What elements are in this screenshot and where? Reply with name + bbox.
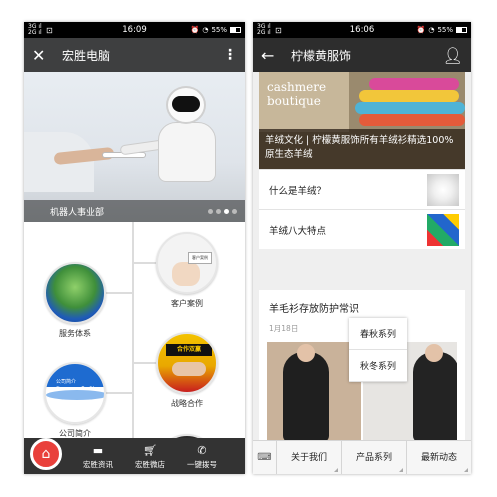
bottom-nav: ⌂ ▬ 宏胜资讯 🛒︎ 宏胜微店 ✆ 一键拨号 — [24, 438, 245, 474]
company-profile-node[interactable]: 公司简介 Company Profile — [44, 362, 106, 424]
submenu-item-spring-autumn[interactable]: 春秋系列 — [349, 318, 407, 350]
cashmere-thumbnail — [427, 174, 459, 206]
close-icon[interactable]: ✕ — [32, 46, 54, 65]
customer-cases-label: 客户案例 — [171, 299, 203, 308]
hand-graphic — [172, 262, 200, 286]
nav-item-label: 一键拨号 — [187, 460, 217, 469]
carousel-dot[interactable] — [216, 209, 221, 214]
photo-figure — [413, 352, 457, 440]
banner-robot-visor — [172, 96, 200, 112]
bottom-menu-bar: ⌨ 关于我们 产品系列 最新动态 — [253, 440, 471, 474]
more-menu-icon[interactable]: ⋮ — [223, 47, 237, 63]
title-bar: ✕ 宏胜电脑 ⋮ — [24, 38, 245, 72]
hero-brand-line: cashmere — [267, 80, 327, 94]
menu-product-series[interactable]: 产品系列 — [342, 440, 407, 474]
tree-branch — [132, 362, 158, 364]
strategic-cooperation-label: 战略合作 — [171, 399, 203, 408]
screenshot-canvas: 3G ıl 2G ıl ⊡ 16:09 ⏰ ◔ 55% ✕ 宏胜电脑 ⋮ 机器人… — [0, 0, 497, 497]
photo-face — [297, 344, 315, 362]
phone-icon: ✆ — [197, 444, 207, 457]
status-time: 16:09 — [122, 25, 147, 35]
carousel-dot[interactable] — [208, 209, 213, 214]
yarn-graphic — [369, 78, 459, 90]
tree-trunk — [132, 222, 134, 460]
product-submenu: 春秋系列 秋冬系列 — [349, 318, 407, 382]
battery-icon — [456, 27, 467, 33]
nav-item-news[interactable]: ▬ 宏胜资讯 — [72, 444, 124, 474]
banner-carousel[interactable]: 机器人事业部 — [24, 72, 245, 222]
nav-item-label: 宏胜微店 — [135, 460, 165, 469]
battery-icon — [230, 27, 241, 33]
nav-item-call[interactable]: ✆ 一键拨号 — [176, 444, 228, 474]
handshake-graphic — [172, 362, 206, 376]
article-photo — [267, 342, 361, 440]
cart-icon: 🛒︎ — [143, 444, 157, 457]
hero-image[interactable]: cashmere boutique 羊绒文化 | 柠檬黄服饰所有羊绒衫精选100… — [259, 72, 465, 169]
service-system-node[interactable] — [44, 262, 106, 324]
status-time: 16:06 — [349, 25, 375, 35]
carousel-dots — [208, 209, 237, 214]
nav-tree: 客户案例 客户案例 服务体系 合作双赢 战略合作 公司简介 Company Pr… — [24, 222, 245, 474]
strategic-cooperation-node[interactable]: 合作双赢 — [156, 332, 218, 394]
article-card[interactable]: cashmere boutique 羊绒文化 | 柠檬黄服饰所有羊绒衫精选100… — [259, 72, 465, 249]
page-title: 宏胜电脑 — [62, 48, 111, 63]
article-title: 羊毛衫存放防护常识 — [269, 304, 359, 315]
service-system-label: 服务体系 — [59, 329, 91, 338]
tree-branch — [132, 262, 158, 264]
keyboard-icon[interactable]: ⌨ — [253, 440, 277, 474]
page-title: 柠檬黄服饰 — [291, 48, 352, 63]
tree-branch — [106, 392, 132, 394]
features-thumbnail — [427, 214, 459, 246]
nav-item-label: 宏胜资讯 — [83, 460, 113, 469]
list-item-label: 羊绒八大特点 — [269, 225, 327, 237]
cooperation-sign: 合作双赢 — [166, 344, 212, 356]
yarn-graphic — [359, 90, 459, 102]
tree-branch — [106, 292, 132, 294]
profile-swoosh-graphic — [46, 390, 104, 400]
menu-about-us[interactable]: 关于我们 — [277, 440, 342, 474]
yarn-graphic — [359, 114, 465, 126]
photo-face — [425, 344, 443, 362]
hero-caption: 羊绒文化 | 柠檬黄服饰所有羊绒衫精选100%原生态羊绒 — [259, 129, 465, 169]
banner-robot-body — [158, 122, 216, 182]
title-bar: ← 柠檬黄服饰 👤︎ — [253, 38, 471, 72]
phone-right: 3G ıl 2G ıl ⊡ 16:06 ⏰ ◔ 55% ← 柠檬黄服饰 👤︎ c… — [253, 22, 471, 474]
nav-item-shop[interactable]: 🛒︎ 宏胜微店 — [124, 444, 176, 474]
content-area: cashmere boutique 羊绒文化 | 柠檬黄服饰所有羊绒衫精选100… — [259, 72, 465, 440]
carousel-dot-active[interactable] — [224, 209, 229, 214]
menu-latest-news[interactable]: 最新动态 — [407, 441, 471, 475]
submenu-item-autumn-winter[interactable]: 秋冬系列 — [349, 350, 407, 382]
back-arrow-icon[interactable]: ← — [261, 46, 283, 65]
phone-left: 3G ıl 2G ıl ⊡ 16:09 ⏰ ◔ 55% ✕ 宏胜电脑 ⋮ 机器人… — [24, 22, 245, 474]
photo-figure — [283, 352, 329, 440]
home-icon[interactable]: ⌂ — [30, 438, 62, 470]
list-item-label: 什么是羊绒？ — [269, 185, 327, 197]
profile-icon[interactable]: 👤︎ — [441, 46, 463, 65]
list-item-what-is-cashmere[interactable]: 什么是羊绒？ — [259, 169, 465, 209]
chat-icon: ▬ — [92, 444, 104, 457]
hero-brand-line: boutique — [267, 94, 321, 108]
profile-graphic-text: 公司简介 — [56, 379, 77, 385]
status-bar: 3G ıl 2G ıl ⊡ 16:09 ⏰ ◔ 55% — [24, 22, 245, 38]
yarn-graphic — [355, 102, 465, 114]
list-item-cashmere-features[interactable]: 羊绒八大特点 — [259, 209, 465, 249]
status-bar: 3G ıl 2G ıl ⊡ 16:06 ⏰ ◔ 55% — [253, 22, 471, 38]
case-card-graphic: 客户案例 — [188, 252, 212, 264]
customer-cases-node[interactable]: 客户案例 — [156, 232, 218, 294]
carousel-dot[interactable] — [232, 209, 237, 214]
